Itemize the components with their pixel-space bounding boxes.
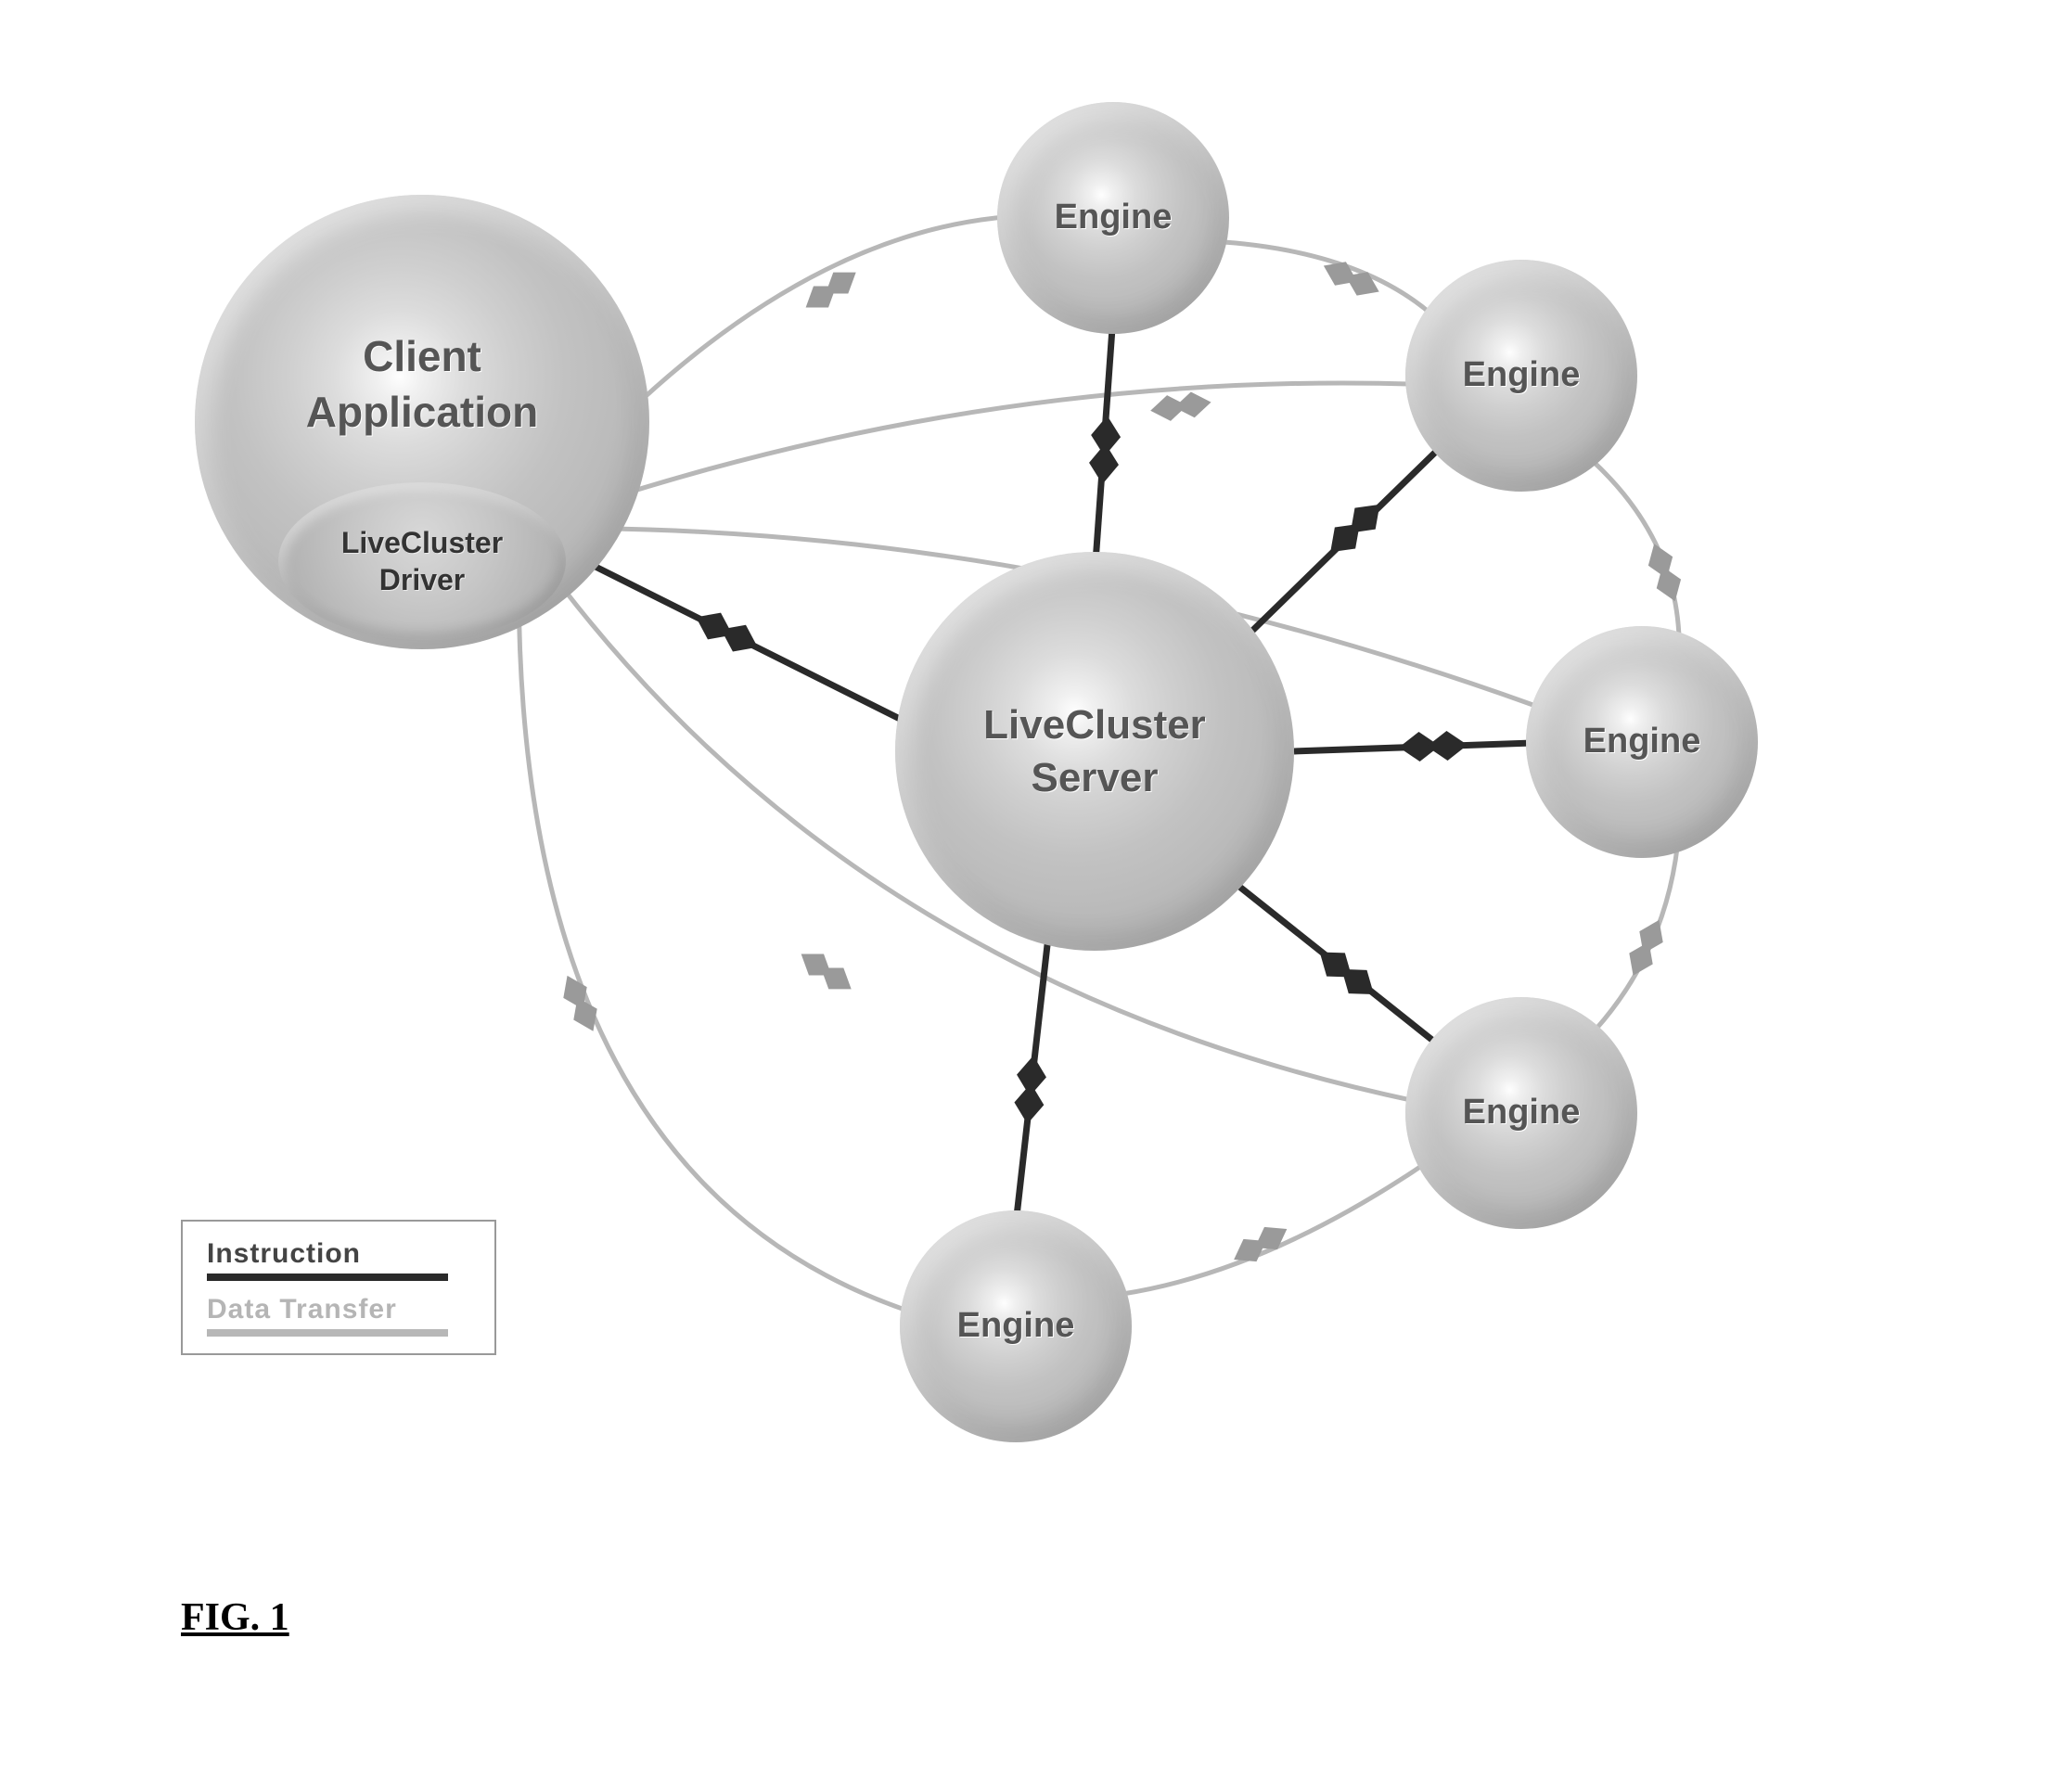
legend-data-row: Data Transfer bbox=[207, 1294, 470, 1337]
engine-label: Engine bbox=[1583, 719, 1701, 764]
legend-instruction-row: Instruction bbox=[207, 1238, 470, 1281]
engine-node-5: Engine bbox=[900, 1210, 1132, 1442]
engine-node-3: Engine bbox=[1526, 626, 1758, 858]
diagram-canvas: Client Application LiveCluster Driver Li… bbox=[0, 0, 2064, 1792]
legend-box: Instruction Data Transfer bbox=[181, 1220, 496, 1355]
server-line1: LiveCluster bbox=[983, 702, 1206, 748]
legend-instruction-swatch bbox=[207, 1274, 448, 1281]
engine-label: Engine bbox=[1463, 352, 1581, 398]
figure-caption: FIG. 1 bbox=[181, 1595, 289, 1640]
engine-node-1: Engine bbox=[997, 102, 1229, 334]
engine-label: Engine bbox=[957, 1303, 1075, 1349]
engine-node-4: Engine bbox=[1405, 997, 1637, 1229]
client-title-line1: Client bbox=[363, 332, 481, 380]
server-line2: Server bbox=[1031, 755, 1158, 800]
driver-line1: LiveCluster bbox=[341, 526, 503, 559]
legend-instruction-label: Instruction bbox=[207, 1238, 361, 1270]
driver-line2: Driver bbox=[379, 563, 466, 596]
client-application-node: Client Application LiveCluster Driver bbox=[195, 195, 649, 649]
livecluster-driver-subnode: LiveCluster Driver bbox=[278, 482, 566, 640]
engine-node-2: Engine bbox=[1405, 260, 1637, 492]
engine-label: Engine bbox=[1055, 195, 1173, 240]
client-title-line2: Application bbox=[306, 388, 538, 436]
legend-data-label: Data Transfer bbox=[207, 1294, 397, 1325]
engine-label: Engine bbox=[1463, 1090, 1581, 1135]
legend-data-swatch bbox=[207, 1329, 448, 1337]
livecluster-server-node: LiveCluster Server bbox=[895, 552, 1294, 951]
